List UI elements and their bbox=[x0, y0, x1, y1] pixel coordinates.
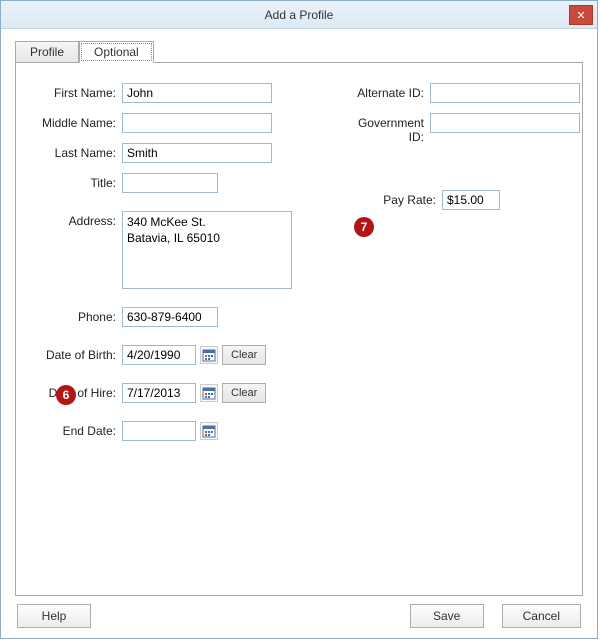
tab-profile[interactable]: Profile bbox=[15, 41, 79, 63]
end-date-controls bbox=[122, 421, 218, 441]
tab-optional[interactable]: Optional bbox=[79, 41, 154, 63]
row-pay-rate: Pay Rate: bbox=[382, 190, 580, 210]
label-last-name: Last Name: bbox=[34, 143, 122, 160]
row-title: Title: bbox=[34, 173, 292, 193]
government-id-field[interactable] bbox=[430, 113, 580, 133]
label-middle-name: Middle Name: bbox=[34, 113, 122, 130]
phone-field[interactable] bbox=[122, 307, 218, 327]
window-title: Add a Profile bbox=[265, 8, 334, 22]
row-address: Address: bbox=[34, 211, 292, 289]
first-name-field[interactable] bbox=[122, 83, 272, 103]
help-button[interactable]: Help bbox=[17, 604, 91, 628]
end-date-field[interactable] bbox=[122, 421, 196, 441]
close-icon: ✕ bbox=[576, 9, 585, 22]
window: Add a Profile ✕ Profile Optional 6 7 Fir… bbox=[0, 0, 598, 639]
label-pay-rate: Pay Rate: bbox=[382, 190, 442, 207]
row-alt-id: Alternate ID: bbox=[342, 83, 580, 103]
calendar-icon[interactable] bbox=[200, 384, 218, 402]
pay-rate-field[interactable] bbox=[442, 190, 500, 210]
cancel-button[interactable]: Cancel bbox=[502, 604, 581, 628]
doh-clear-button[interactable]: Clear bbox=[222, 383, 266, 403]
save-button[interactable]: Save bbox=[410, 604, 484, 628]
form-area: First Name: Middle Name: Last Name: Titl… bbox=[34, 83, 564, 451]
label-title: Title: bbox=[34, 173, 122, 190]
label-alt-id: Alternate ID: bbox=[342, 83, 430, 100]
annotation-badge-7: 7 bbox=[354, 217, 374, 237]
title-field[interactable] bbox=[122, 173, 218, 193]
content-area: Profile Optional 6 7 First Name: Middle … bbox=[1, 29, 597, 638]
alternate-id-field[interactable] bbox=[430, 83, 580, 103]
row-end-date: End Date: bbox=[34, 421, 292, 441]
label-phone: Phone: bbox=[34, 307, 122, 324]
middle-name-field[interactable] bbox=[122, 113, 272, 133]
titlebar: Add a Profile ✕ bbox=[1, 1, 597, 29]
right-button-group: Save Cancel bbox=[410, 604, 581, 628]
tabstrip: Profile Optional bbox=[15, 41, 583, 63]
doh-field[interactable] bbox=[122, 383, 196, 403]
label-first-name: First Name: bbox=[34, 83, 122, 100]
dob-controls: Clear bbox=[122, 345, 266, 365]
annotation-badge-6: 6 bbox=[56, 385, 76, 405]
label-dob: Date of Birth: bbox=[34, 345, 122, 362]
dob-field[interactable] bbox=[122, 345, 196, 365]
last-name-field[interactable] bbox=[122, 143, 272, 163]
calendar-icon[interactable] bbox=[200, 422, 218, 440]
right-column: Alternate ID: Government ID: Pay Rate: bbox=[342, 83, 580, 451]
row-middle-name: Middle Name: bbox=[34, 113, 292, 133]
dob-clear-button[interactable]: Clear bbox=[222, 345, 266, 365]
row-first-name: First Name: bbox=[34, 83, 292, 103]
label-address: Address: bbox=[34, 211, 122, 228]
label-doh: Date of Hire: bbox=[34, 383, 122, 400]
calendar-icon[interactable] bbox=[200, 346, 218, 364]
doh-controls: Clear bbox=[122, 383, 266, 403]
label-gov-id: Government ID: bbox=[342, 113, 430, 144]
row-dob: Date of Birth: Clear bbox=[34, 345, 292, 365]
address-field[interactable] bbox=[122, 211, 292, 289]
row-phone: Phone: bbox=[34, 307, 292, 327]
label-end-date: End Date: bbox=[34, 421, 122, 438]
row-last-name: Last Name: bbox=[34, 143, 292, 163]
tab-panel-optional: 6 7 First Name: Middle Name: Last Name: bbox=[15, 62, 583, 596]
row-gov-id: Government ID: bbox=[342, 113, 580, 144]
button-bar: Help Save Cancel bbox=[15, 604, 583, 628]
close-button[interactable]: ✕ bbox=[569, 5, 593, 25]
